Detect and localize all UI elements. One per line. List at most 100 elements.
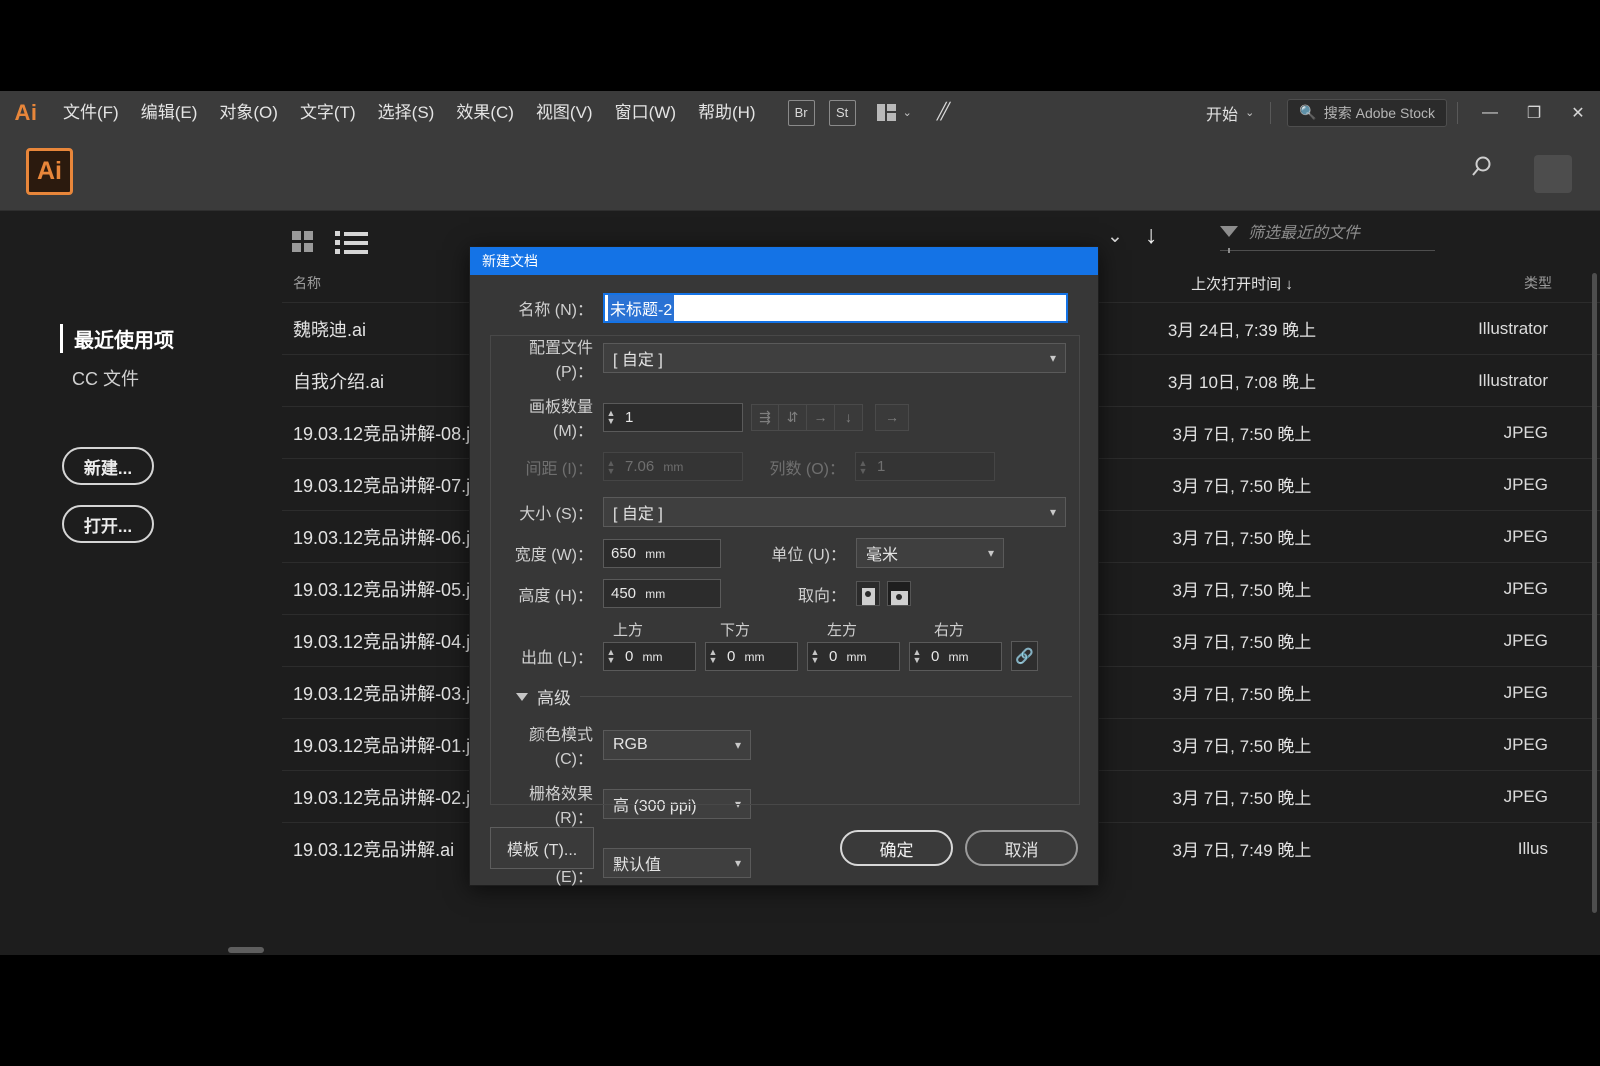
chevron-down-icon: ▾ <box>734 738 741 752</box>
unit-select[interactable]: 毫米 ▾ <box>856 538 1004 568</box>
template-button[interactable]: 模板 (T)... <box>490 827 595 869</box>
arrange-right-icon[interactable]: → <box>807 403 835 431</box>
file-type: Illustrator <box>1478 318 1548 338</box>
search-icon[interactable] <box>1468 154 1494 185</box>
workspace-start-label[interactable]: 开始 <box>1206 101 1238 125</box>
stock-search-input[interactable]: 🔍 搜索 Adobe Stock <box>1287 98 1447 127</box>
sort-direction-icon[interactable]: ↓ <box>1145 221 1158 250</box>
list-view-icon[interactable] <box>335 231 368 254</box>
sidebar-item-recent[interactable]: 最近使用项 <box>60 324 174 353</box>
width-input[interactable]: 650 mm <box>603 538 721 568</box>
field-width-unit: 宽度 (W)： 650 mm 单位 (U)： 毫米 ▾ <box>490 538 1078 568</box>
vertical-scrollbar[interactable] <box>1592 273 1597 913</box>
screen: Ai 文件(F) 编辑(E) 对象(O) 文字(T) 选择(S) 效果(C) 视… <box>0 0 1600 1066</box>
bleed-left-stepper[interactable]: ▲ ▼ 0 mm <box>807 641 900 671</box>
artboards-stepper[interactable]: ▲ ▼ 1 <box>603 402 743 432</box>
bleed-right-input[interactable]: 0 mm <box>924 641 1002 671</box>
funnel-icon <box>1220 225 1238 253</box>
minimize-button[interactable]: — <box>1468 91 1512 134</box>
menu-effect[interactable]: 效果(C) <box>445 91 525 134</box>
menu-select[interactable]: 选择(S) <box>367 91 446 134</box>
illustrator-logo: Ai <box>26 148 73 195</box>
color-mode-select[interactable]: RGB ▾ <box>603 730 751 760</box>
height-input[interactable]: 450 mm <box>603 579 721 608</box>
chevron-down-icon[interactable]: ⌄ <box>903 106 912 119</box>
stock-button[interactable]: St <box>828 99 856 126</box>
bleed-left-input[interactable]: 0 mm <box>822 641 900 671</box>
menu-file[interactable]: 文件(F) <box>52 91 130 134</box>
file-date: 3月 7日, 7:50 晚上 <box>1172 685 1312 704</box>
file-date: 3月 7日, 7:50 晚上 <box>1172 529 1312 548</box>
profile-select[interactable]: [ 自定 ] ▾ <box>603 343 1066 373</box>
stepper-arrows-icon[interactable]: ▲ ▼ <box>807 641 822 671</box>
artboards-input[interactable]: 1 <box>618 402 743 432</box>
link-icon[interactable]: 🔗 <box>1011 641 1038 671</box>
arrange-grid-icon[interactable] <box>876 104 896 121</box>
bleed-top-input[interactable]: 0 mm <box>618 641 696 671</box>
spacing-stepper: ▲ ▼ 7.06 mm <box>603 452 743 481</box>
brush-icon[interactable]: ⫽ <box>935 98 952 127</box>
height-value: 450 <box>611 585 637 602</box>
bleed-bottom-input[interactable]: 0 mm <box>720 641 798 671</box>
chevron-down-icon: ▾ <box>987 546 994 560</box>
column-header-type[interactable]: 类型 <box>1402 273 1552 293</box>
file-date: 3月 24日, 7:39 晚上 <box>1167 321 1317 340</box>
file-type: JPEG <box>1503 578 1548 598</box>
bleed-unit: mm <box>744 649 765 664</box>
column-header-date[interactable]: 上次打开时间 ↓ <box>1082 273 1402 294</box>
bleed-right-value: 0 <box>931 647 940 665</box>
file-date: 3月 7日, 7:50 晚上 <box>1172 633 1312 652</box>
stepper-arrows-icon[interactable]: ▲ ▼ <box>603 402 618 432</box>
menu-view[interactable]: 视图(V) <box>525 91 604 134</box>
artboard-layout-buttons: ⇶ ⇵ → ↓ <box>751 403 863 431</box>
grid-by-row-icon[interactable]: ⇶ <box>751 403 779 431</box>
stepper-arrows-icon[interactable]: ▲ ▼ <box>909 641 924 671</box>
menu-help[interactable]: 帮助(H) <box>687 91 767 134</box>
close-button[interactable]: ✕ <box>1556 91 1600 134</box>
arrange-down-icon[interactable]: ↓ <box>835 403 863 431</box>
chevron-down-icon: ▾ <box>1049 351 1056 365</box>
landscape-icon[interactable] <box>887 581 911 606</box>
bleed-top-stepper[interactable]: ▲ ▼ 0 mm <box>603 641 696 671</box>
bleed-bottom-stepper[interactable]: ▲ ▼ 0 mm <box>705 641 798 671</box>
portrait-icon[interactable] <box>856 581 880 606</box>
menu-object[interactable]: 对象(O) <box>208 91 289 134</box>
columns-label: 列数 (O)： <box>769 460 845 478</box>
cancel-button[interactable]: 取消 <box>965 830 1078 866</box>
advanced-section-header[interactable]: 高级 <box>516 684 1078 709</box>
file-date: 3月 7日, 7:50 晚上 <box>1172 737 1312 756</box>
restore-button[interactable]: ❐ <box>1512 91 1556 134</box>
avatar[interactable] <box>1534 155 1572 193</box>
ok-button[interactable]: 确定 <box>840 830 953 866</box>
divider <box>580 696 1072 697</box>
search-icon: 🔍 <box>1299 104 1317 120</box>
stepper-arrows-icon[interactable]: ▲ ▼ <box>603 641 618 671</box>
grid-view-icon[interactable] <box>292 231 313 252</box>
bleed-header-bottom: 下方 <box>720 622 751 639</box>
flow-right-icon[interactable]: → <box>875 403 909 431</box>
menu-type[interactable]: 文字(T) <box>289 91 367 134</box>
sort-chevron-down-icon[interactable]: ⌄ <box>1107 225 1123 248</box>
grid-by-column-icon[interactable]: ⇵ <box>779 403 807 431</box>
new-document-dialog: 新建文档 名称 (N)： 未标题-2 配置文件 (P)： [ 自定 ] ▾ 画板… <box>469 246 1099 886</box>
menu-edit[interactable]: 编辑(E) <box>130 91 209 134</box>
bleed-right-stepper[interactable]: ▲ ▼ 0 mm <box>909 641 1002 671</box>
stock-search-placeholder: 搜索 Adobe Stock <box>1323 104 1435 121</box>
raster-select[interactable]: 高 (300 ppi) ▾ <box>603 789 751 819</box>
menu-window[interactable]: 窗口(W) <box>604 91 687 134</box>
sidebar-item-cc-files[interactable]: CC 文件 <box>72 365 139 391</box>
stepper-arrows-icon[interactable]: ▲ ▼ <box>705 641 720 671</box>
name-input[interactable]: 未标题-2 <box>603 293 1068 323</box>
file-type: JPEG <box>1503 682 1548 702</box>
new-document-button[interactable]: 新建... <box>62 447 154 485</box>
size-select[interactable]: [ 自定 ] ▾ <box>603 497 1066 527</box>
menu-bar: Ai 文件(F) 编辑(E) 对象(O) 文字(T) 选择(S) 效果(C) 视… <box>0 91 1600 134</box>
stepper-arrows-icon: ▲ ▼ <box>603 452 618 481</box>
workspace-chevron-down-icon[interactable]: ⌄ <box>1245 106 1254 119</box>
unit-label: 单位 (U)： <box>771 547 846 564</box>
raster-value: 高 (300 ppi) <box>613 798 697 815</box>
filter-input[interactable]: 筛选最近的文件 <box>1220 219 1435 253</box>
open-document-button[interactable]: 打开... <box>62 505 154 543</box>
horizontal-scrollbar[interactable] <box>228 947 264 953</box>
bridge-button[interactable]: Br <box>787 99 815 126</box>
